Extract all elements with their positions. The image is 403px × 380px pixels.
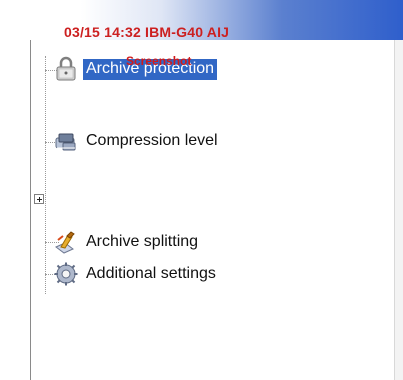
tree-item-compression-level[interactable]: Compression level — [53, 128, 221, 154]
tree-item-archive-splitting[interactable]: Archive splitting — [53, 229, 201, 255]
right-edge — [394, 40, 403, 380]
compression-icon — [53, 128, 79, 154]
tree-item-label: Archive protection — [83, 58, 218, 80]
tree-item-archive-protection[interactable]: Archive protection — [53, 56, 218, 82]
tree-item-label: Additional settings — [86, 264, 216, 282]
settings-icon — [53, 261, 79, 287]
tree-connector-line — [45, 56, 46, 294]
tree-item-additional-settings[interactable]: Additional settings — [53, 261, 219, 287]
timestamp-overlay: 03/15 14:32 IBM-G40 AIJ — [64, 24, 230, 40]
screenshot-frame: 03/15 14:32 IBM-G40 AIJ Archive protecti… — [0, 0, 403, 380]
expand-collapse-button[interactable] — [34, 194, 44, 204]
lock-icon — [53, 56, 79, 82]
tree-panel: Archive protection Compression level Arc… — [30, 40, 403, 380]
split-icon — [53, 229, 79, 255]
tree-item-label: Archive splitting — [86, 232, 199, 250]
tree-item-label: Compression level — [86, 131, 218, 149]
